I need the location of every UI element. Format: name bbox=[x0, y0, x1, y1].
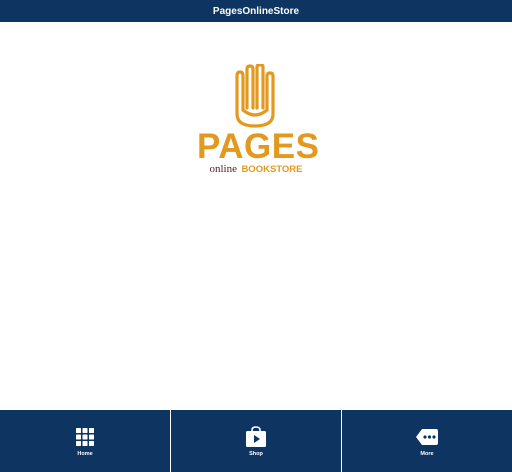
tab-home-label: Home bbox=[77, 450, 93, 457]
more-tag-icon bbox=[416, 428, 438, 445]
bottom-navigation: Home Shop More bbox=[0, 410, 512, 472]
hand-logo-icon bbox=[235, 64, 275, 128]
tab-more-label: More bbox=[420, 450, 434, 457]
tab-shop[interactable]: Shop bbox=[170, 410, 341, 472]
tab-more[interactable]: More bbox=[341, 410, 512, 472]
logo-bookstore-text: BOOKSTORE bbox=[241, 164, 303, 175]
pages-logo: PAGES online BOOKSTORE bbox=[197, 64, 320, 176]
tab-shop-label: Shop bbox=[249, 450, 263, 457]
app-screen: PagesOnlineStore PAGES online BOOKSTORE bbox=[0, 0, 512, 472]
logo-tagline: online BOOKSTORE bbox=[197, 162, 315, 176]
tab-home[interactable]: Home bbox=[0, 410, 170, 472]
app-title: PagesOnlineStore bbox=[212, 5, 300, 17]
grid-icon bbox=[76, 427, 94, 446]
shopping-bag-icon bbox=[246, 425, 266, 447]
top-bar: PagesOnlineStore bbox=[0, 0, 512, 22]
logo-wordmark: PAGES bbox=[197, 127, 320, 166]
logo-online-text: online bbox=[209, 163, 237, 175]
